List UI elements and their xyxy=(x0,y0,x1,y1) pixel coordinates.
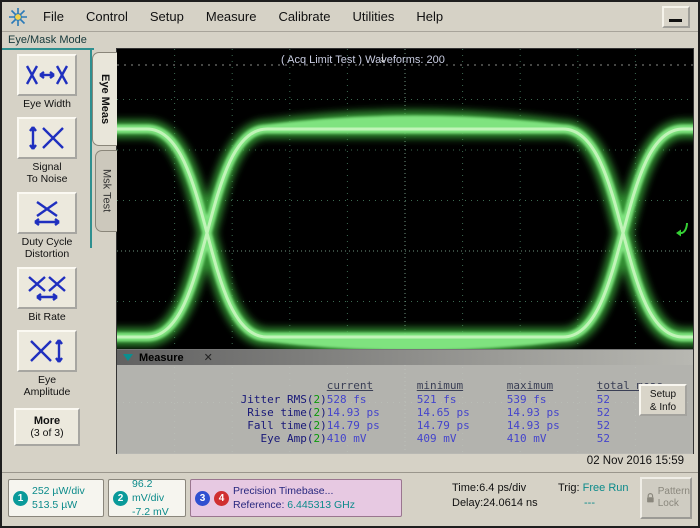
signal-to-noise-label: Signal To Noise xyxy=(27,161,68,185)
status-bar: 1 252 µW/div 513.5 µW 2 96.2 mV/div -7.2… xyxy=(2,472,698,527)
starburst-icon xyxy=(8,7,28,27)
trig-mode: Free Run xyxy=(583,482,629,494)
duty-cycle-distortion-label: Duty Cycle Distortion xyxy=(22,236,73,260)
signal-to-noise-icon xyxy=(25,125,69,151)
more-page-indicator: (3 of 3) xyxy=(30,427,63,439)
minimize-button[interactable] xyxy=(662,6,690,28)
tab-msk-test[interactable]: Msk Test xyxy=(95,150,117,232)
trig-value: --- xyxy=(584,496,636,511)
eye-width-icon xyxy=(25,62,69,88)
menu-setup[interactable]: Setup xyxy=(139,5,195,28)
timebase-scale-block[interactable]: Time:6.4 ps/div Delay:24.0614 ns xyxy=(452,481,556,512)
more-button[interactable]: More (3 of 3) xyxy=(14,408,80,446)
ch1-offset: 513.5 µW xyxy=(32,498,85,512)
menu-help[interactable]: Help xyxy=(405,5,454,28)
close-icon[interactable]: ✕ xyxy=(204,351,213,364)
eye-amplitude-label: Eye Amplitude xyxy=(24,374,71,398)
bit-rate-icon xyxy=(25,275,69,301)
ch2-offset: -7.2 mV xyxy=(132,505,181,519)
delay-value: Delay:24.0614 ns xyxy=(452,496,556,511)
duty-cycle-distortion-icon xyxy=(25,200,69,226)
mode-label: Eye/Mask Mode xyxy=(8,34,87,46)
sidebar: Eye Width Signal To Noise Duty Cycle Dis… xyxy=(4,54,90,466)
green-loop-arrow-icon xyxy=(674,221,690,239)
eye-width-button[interactable] xyxy=(17,54,77,96)
signal-to-noise-button[interactable] xyxy=(17,117,77,159)
timebase-reference: Reference: 6.445313 GHz xyxy=(233,498,355,512)
bit-rate-label: Bit Rate xyxy=(28,311,65,323)
menu-control[interactable]: Control xyxy=(75,5,139,28)
bit-rate-button[interactable] xyxy=(17,267,77,309)
measure-panel: Measure ✕ currentminimummaximumtotal mea… xyxy=(117,349,693,454)
setup-info-button[interactable]: Setup & Info xyxy=(639,384,687,416)
scope-display: ( Acq Limit Test ) Waveforms: 200 ↓ Meas… xyxy=(116,48,694,454)
eye-amplitude-button[interactable] xyxy=(17,330,77,372)
menu-calibrate[interactable]: Calibrate xyxy=(267,5,341,28)
trigger-block[interactable]: Trig: Free Run --- xyxy=(558,481,636,512)
triangle-down-icon[interactable] xyxy=(123,354,133,361)
precision-timebase-button[interactable]: 3 4 Precision Timebase... Reference: 6.4… xyxy=(190,479,402,517)
datetime-display: 02 Nov 2016 15:59 xyxy=(2,452,698,472)
ch2-scale: 96.2 mV/div xyxy=(132,477,181,505)
measure-row-eye-amp: Eye Amp(2)410 mV409 mV410 mV52 xyxy=(117,422,693,455)
lock-label: Lock xyxy=(658,498,690,510)
menu-utilities[interactable]: Utilities xyxy=(341,5,405,28)
more-label: More xyxy=(34,415,60,427)
channel-4-badge: 4 xyxy=(214,491,229,506)
trigger-marker-icon: ↓ xyxy=(379,49,387,66)
channel-2-button[interactable]: 2 96.2 mV/div -7.2 mV xyxy=(108,479,186,517)
duty-cycle-distortion-button[interactable] xyxy=(17,192,77,234)
tab-eye-meas[interactable]: Eye Meas xyxy=(92,52,117,146)
eye-amplitude-icon xyxy=(25,338,69,364)
channel-1-badge: 1 xyxy=(13,491,28,506)
channel-3-badge: 3 xyxy=(195,491,210,506)
time-per-div: Time:6.4 ps/div xyxy=(452,481,556,496)
ch1-scale: 252 µW/div xyxy=(32,484,85,498)
menu-file[interactable]: File xyxy=(32,5,75,28)
menu-bar: File Control Setup Measure Calibrate Uti… xyxy=(2,2,698,32)
channel-2-badge: 2 xyxy=(113,491,128,506)
measure-panel-header[interactable]: Measure ✕ xyxy=(117,350,693,365)
divider xyxy=(2,48,94,50)
menu-measure[interactable]: Measure xyxy=(195,5,268,28)
eye-width-label: Eye Width xyxy=(23,98,71,110)
channel-1-button[interactable]: 1 252 µW/div 513.5 µW xyxy=(8,479,104,517)
measure-panel-title: Measure xyxy=(139,352,184,364)
minimize-icon xyxy=(669,19,682,22)
acq-limit-status: ( Acq Limit Test ) Waveforms: 200 xyxy=(281,54,445,66)
lock-icon xyxy=(646,491,655,505)
trig-label: Trig: xyxy=(558,482,580,494)
pattern-lock-button[interactable]: Pattern Lock xyxy=(640,477,692,519)
timebase-name: Precision Timebase... xyxy=(233,484,355,498)
timebase-ref-value: 6.445313 GHz xyxy=(287,499,355,511)
pattern-label: Pattern xyxy=(658,486,690,498)
